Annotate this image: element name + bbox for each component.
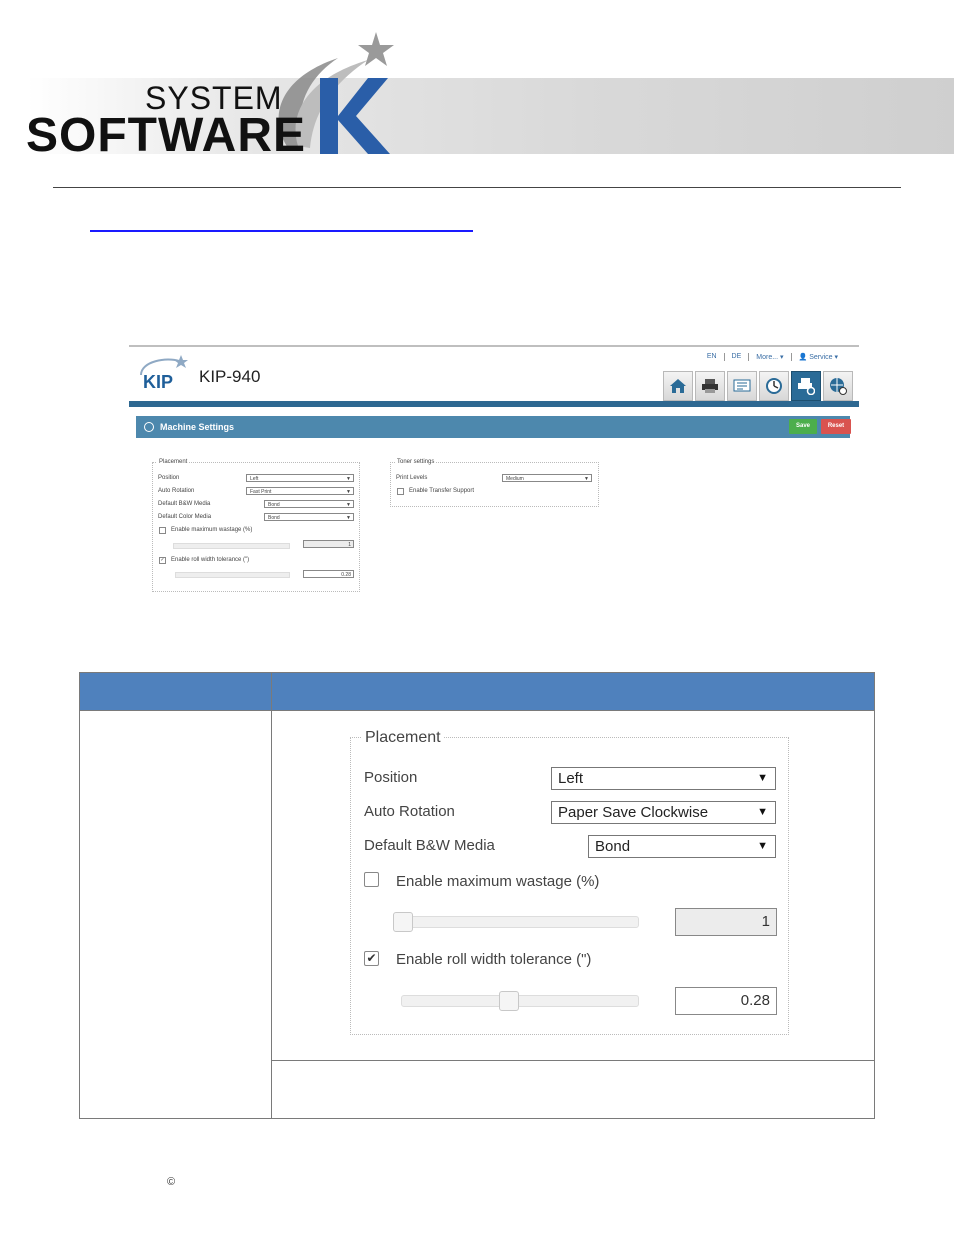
embedded-screenshot: KIP KIP-940 EN DE More... ▾ 👤 Service ▾ …	[129, 345, 859, 605]
position-select[interactable]: Left ▼	[551, 767, 776, 790]
queue-icon[interactable]	[727, 371, 757, 401]
more-menu[interactable]: More... ▾	[748, 353, 790, 361]
placement-legend-small: Placement	[157, 459, 190, 465]
tolerance-label-small: Enable roll width tolerance (")	[171, 557, 250, 563]
rotation-label-small: Auto Rotation	[158, 488, 195, 494]
logo-software-text: SOFTWARE	[26, 109, 306, 162]
nav-icons	[661, 371, 853, 401]
web-settings-icon[interactable]	[823, 371, 853, 401]
settings-bar-title: Machine Settings	[160, 422, 235, 432]
auto-rotation-value: Paper Save Clockwise	[558, 804, 709, 821]
bw-media-select[interactable]: Bond ▼	[588, 835, 776, 858]
tolerance-slider-handle[interactable]	[499, 991, 520, 1011]
printer-settings-icon[interactable]	[791, 371, 821, 401]
toner-fieldset-small: Toner settings Print Levels Medium Enabl…	[390, 459, 599, 507]
print-levels-select-small[interactable]: Medium	[502, 474, 592, 483]
color-media-select-small[interactable]: Bond	[264, 513, 354, 522]
bw-media-value: Bond	[595, 838, 631, 855]
position-label-small: Position	[158, 475, 180, 481]
transfer-label-small: Enable Transfer Support	[409, 488, 475, 494]
wastage-input[interactable]: 1	[675, 908, 777, 936]
lang-en-link[interactable]: EN	[700, 353, 724, 361]
placement-legend: Placement	[362, 729, 444, 747]
auto-rotation-select[interactable]: Paper Save Clockwise ▼	[551, 801, 776, 824]
language-bar: EN DE More... ▾ 👤 Service ▾	[700, 353, 845, 361]
wastage-slider-small[interactable]	[173, 543, 290, 549]
chevron-down-icon: ▼	[757, 806, 768, 818]
tolerance-slider[interactable]	[401, 995, 639, 1007]
position-value: Left	[558, 770, 584, 787]
device-name: KIP-940	[199, 367, 261, 386]
lang-de-link[interactable]: DE	[723, 353, 749, 361]
section-link-underline[interactable]	[90, 230, 473, 232]
color-media-label-small: Default Color Media	[158, 514, 212, 520]
wastage-checkbox-small[interactable]	[159, 527, 166, 534]
svg-text:KIP: KIP	[143, 372, 173, 392]
bw-media-select-small[interactable]: Bond	[264, 500, 354, 509]
placement-fieldset-small: Placement Position Left Auto Rotation Fa…	[152, 459, 360, 592]
printer-icon[interactable]	[695, 371, 725, 401]
auto-rotation-label: Auto Rotation	[364, 803, 455, 820]
collapse-icon[interactable]	[144, 422, 154, 432]
wastage-label-small: Enable maximum wastage (%)	[171, 527, 253, 533]
copyright-symbol: ©	[167, 1176, 176, 1188]
tolerance-checkbox-small[interactable]: ✓	[159, 557, 166, 564]
toner-legend-small: Toner settings	[395, 459, 437, 465]
tolerance-value-small[interactable]: 0.28	[303, 570, 354, 578]
tolerance-label: Enable roll width tolerance (")	[396, 951, 592, 968]
home-icon[interactable]	[663, 371, 693, 401]
table-header-row	[80, 673, 874, 710]
tolerance-slider-small[interactable]	[175, 572, 290, 578]
position-select-small[interactable]: Left	[246, 474, 354, 483]
machine-settings-bar: Machine Settings Save Reset	[136, 416, 851, 438]
wastage-value-small[interactable]: 1	[303, 540, 354, 548]
save-button[interactable]: Save	[789, 419, 817, 434]
bw-media-label: Default B&W Media	[364, 837, 495, 854]
nav-stripe	[129, 401, 859, 407]
service-menu[interactable]: 👤 Service ▾	[790, 353, 845, 361]
transfer-checkbox-small[interactable]	[397, 488, 404, 495]
wastage-slider-handle[interactable]	[393, 912, 413, 932]
wastage-slider[interactable]	[393, 916, 639, 928]
kip-logo: KIP	[140, 355, 188, 392]
print-levels-label-small: Print Levels	[396, 475, 428, 481]
rotation-select-small[interactable]: Fast Print	[246, 487, 354, 496]
accounting-icon[interactable]	[759, 371, 789, 401]
position-label: Position	[364, 769, 418, 786]
tolerance-checkbox[interactable]: ✔	[364, 951, 379, 966]
wastage-checkbox[interactable]	[364, 872, 379, 887]
chevron-down-icon: ▼	[757, 772, 768, 784]
reset-button[interactable]: Reset	[821, 419, 851, 434]
chevron-down-icon: ▼	[757, 840, 768, 852]
bw-media-label-small: Default B&W Media	[158, 501, 211, 507]
header-rule	[53, 187, 901, 188]
tolerance-input[interactable]: 0.28	[675, 987, 777, 1015]
wastage-label: Enable maximum wastage (%)	[396, 873, 600, 890]
